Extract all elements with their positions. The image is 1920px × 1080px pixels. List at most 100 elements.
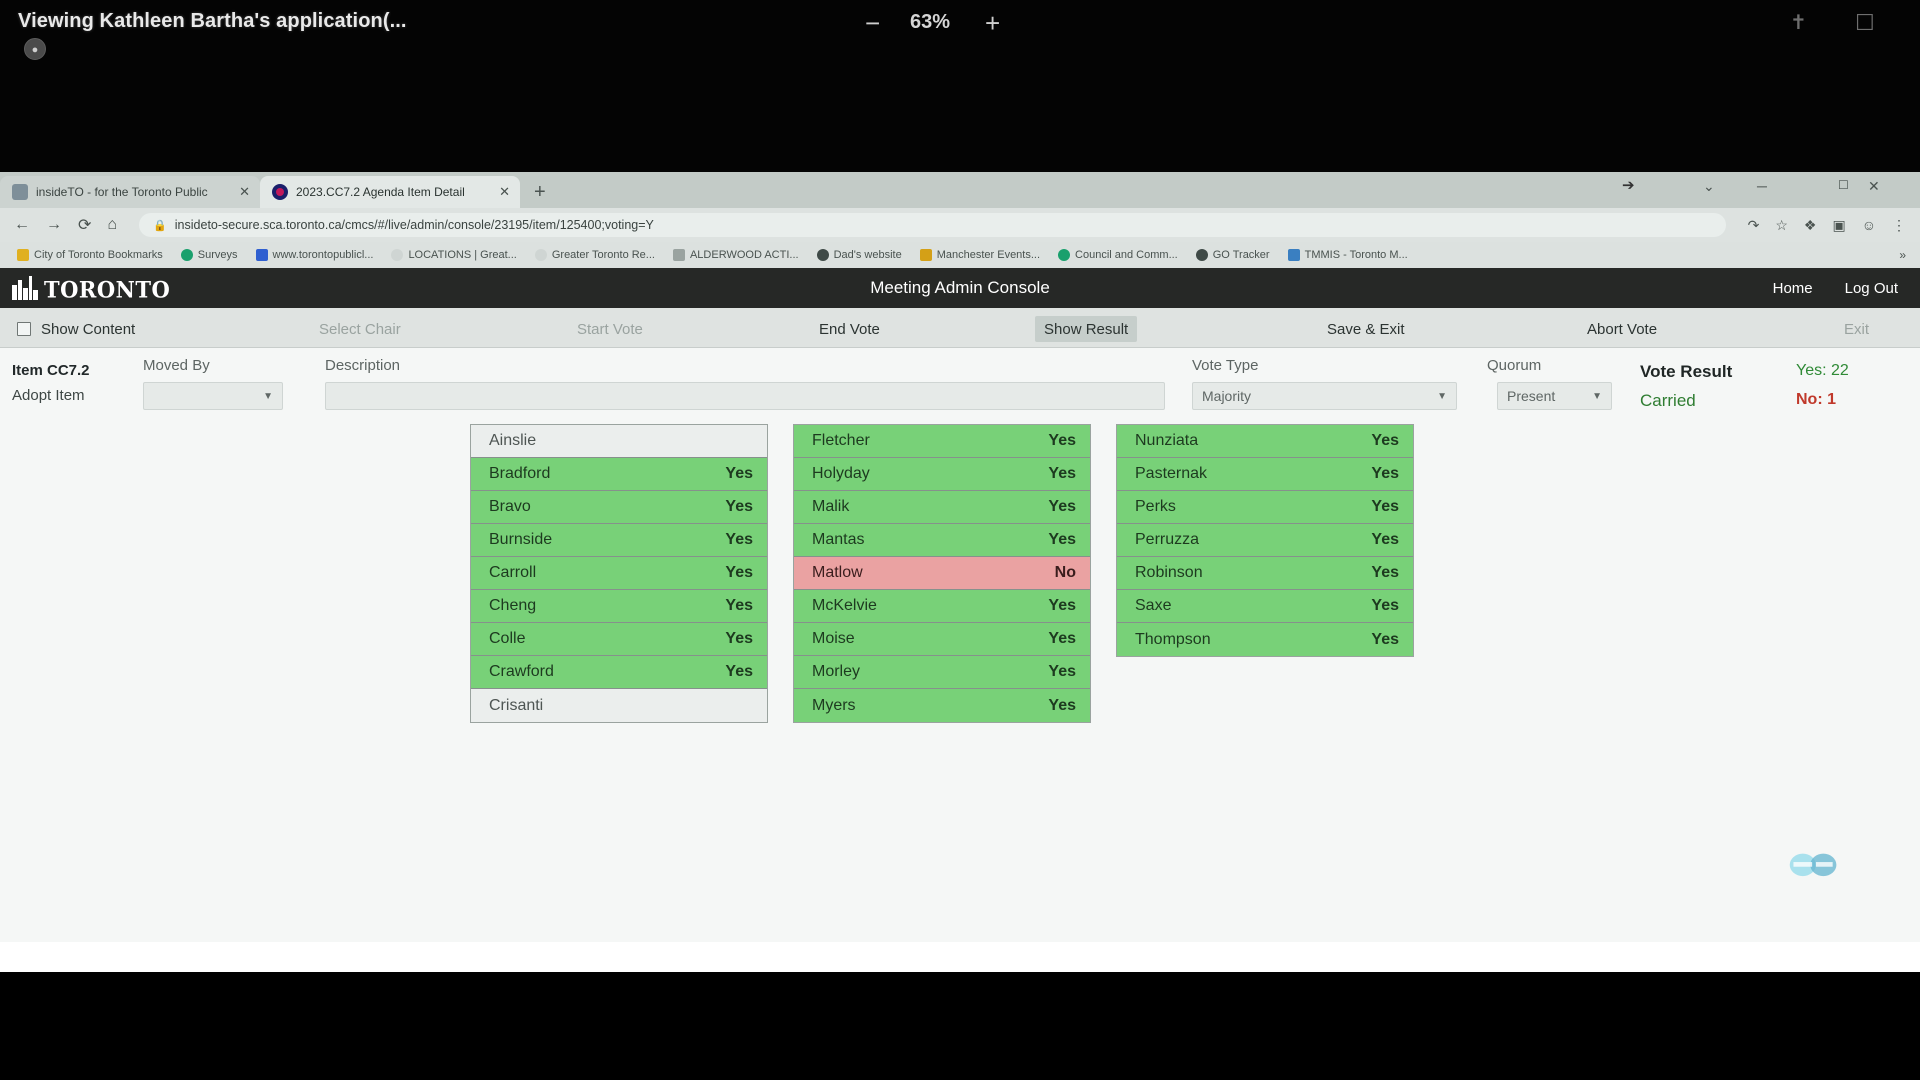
star-icon[interactable]: ☆ xyxy=(1775,217,1788,234)
bookmark-item[interactable]: Council and Comm... xyxy=(1051,249,1185,261)
bookmark-label: Dad's website xyxy=(833,249,902,261)
zoom-out-button[interactable]: − xyxy=(865,8,880,39)
vote-row[interactable]: Malik Yes xyxy=(794,491,1090,524)
browser-tab-2[interactable]: 2023.CC7.2 Agenda Item Detail ✕ xyxy=(260,176,520,208)
home-link[interactable]: Home xyxy=(1773,280,1813,297)
councillor-name: Robinson xyxy=(1135,564,1203,581)
vote-row[interactable]: Myers Yes xyxy=(794,689,1090,722)
home-icon[interactable]: ⌂ xyxy=(107,216,117,234)
vote-row[interactable]: Pasternak Yes xyxy=(1117,458,1413,491)
window-icon[interactable]: ▣ xyxy=(1832,217,1845,234)
description-input[interactable] xyxy=(325,382,1165,410)
logout-link[interactable]: Log Out xyxy=(1845,280,1898,297)
signature-icon[interactable]: ✝ xyxy=(1790,10,1807,35)
moved-by-select[interactable]: ▼ xyxy=(143,382,283,410)
bookmark-item[interactable]: GO Tracker xyxy=(1189,249,1277,261)
close-window-button[interactable]: ✕ xyxy=(1868,178,1880,195)
councillor-name: Fletcher xyxy=(812,432,870,449)
vote-row[interactable]: McKelvie Yes xyxy=(794,590,1090,623)
vote-row[interactable]: Perruzza Yes xyxy=(1117,524,1413,557)
vote-value: Yes xyxy=(725,498,753,515)
councillor-name: Myers xyxy=(812,696,856,714)
reload-icon[interactable]: ⟳ xyxy=(78,215,91,235)
vote-value: Yes xyxy=(1048,663,1076,680)
vote-row[interactable]: Nunziata Yes xyxy=(1117,425,1413,458)
bookmark-item[interactable]: LOCATIONS | Great... xyxy=(384,249,523,261)
bookmark-item[interactable]: www.torontopublicl... xyxy=(249,249,381,261)
bookmark-item[interactable]: Greater Toronto Re... xyxy=(528,249,662,261)
vote-row[interactable]: Perks Yes xyxy=(1117,491,1413,524)
end-vote-button[interactable]: End Vote xyxy=(810,316,889,342)
new-tab-button[interactable]: + xyxy=(534,182,546,202)
address-bar[interactable]: 🔒 insideto-secure.sca.toronto.ca/cmcs/#/… xyxy=(139,213,1726,237)
vote-column-1: Ainslie Bradford Yes Bravo Yes Burnside Yes Car… xyxy=(470,424,768,723)
vote-value: Yes xyxy=(1048,465,1076,482)
show-content-button[interactable]: Show Content xyxy=(8,316,144,342)
vote-row[interactable]: Moise Yes xyxy=(794,623,1090,656)
select-chair-button[interactable]: Select Chair xyxy=(310,316,410,342)
bookmark-item[interactable]: Manchester Events... xyxy=(913,249,1047,261)
vote-column-2: Fletcher Yes Holyday Yes Malik Yes Mantas Yes Ma… xyxy=(793,424,1091,723)
exit-button[interactable]: Exit xyxy=(1835,316,1878,342)
vote-type-select[interactable]: Majority ▼ xyxy=(1192,382,1457,410)
councillor-name: Nunziata xyxy=(1135,432,1199,449)
councillor-name: Matlow xyxy=(812,564,863,581)
vote-row[interactable]: Mantas Yes xyxy=(794,524,1090,557)
bookmarks-overflow-button[interactable]: » xyxy=(1899,248,1906,262)
bookmark-label: Greater Toronto Re... xyxy=(551,249,655,261)
zoom-in-button[interactable]: + xyxy=(985,8,1000,39)
app-header: TORONTO Meeting Admin Console Home Log O… xyxy=(0,268,1920,308)
present-screen-icon[interactable]: ☐ xyxy=(1855,10,1875,36)
item-number: Item CC7.2 xyxy=(12,362,90,379)
yes-count-badge: Yes: 22 xyxy=(1796,362,1849,379)
quorum-value: Present xyxy=(1507,388,1556,404)
abort-vote-button[interactable]: Abort Vote xyxy=(1578,316,1666,342)
vote-row[interactable]: Saxe Yes xyxy=(1117,590,1413,623)
extension-icon[interactable]: ❖ xyxy=(1804,217,1817,234)
vote-row[interactable]: Ainslie xyxy=(471,425,767,458)
vote-value: Yes xyxy=(725,531,753,548)
chevron-down-icon[interactable]: ⌄ xyxy=(1703,178,1715,195)
share-icon[interactable]: ↷ xyxy=(1748,217,1760,234)
quorum-select[interactable]: Present ▼ xyxy=(1497,382,1612,410)
vote-row[interactable]: Matlow No xyxy=(794,557,1090,590)
show-result-button[interactable]: Show Result xyxy=(1035,316,1138,342)
bookmark-favicon-icon xyxy=(1287,249,1300,261)
vote-row[interactable]: Colle Yes xyxy=(471,623,767,656)
close-icon[interactable]: ✕ xyxy=(499,184,510,200)
vote-row[interactable]: Carroll Yes xyxy=(471,557,767,590)
address-bar-url: insideto-secure.sca.toronto.ca/cmcs/#/li… xyxy=(174,218,654,232)
vote-row[interactable]: Morley Yes xyxy=(794,656,1090,689)
vote-row[interactable]: Robinson Yes xyxy=(1117,557,1413,590)
start-vote-button[interactable]: Start Vote xyxy=(568,316,652,342)
vote-row[interactable]: Bradford Yes xyxy=(471,458,767,491)
vote-row[interactable]: Crisanti xyxy=(471,689,767,722)
profile-icon[interactable]: ☺ xyxy=(1862,217,1876,233)
bookmark-item[interactable]: TMMIS - Toronto M... xyxy=(1281,249,1415,261)
show-content-checkbox[interactable] xyxy=(17,322,31,336)
vote-row[interactable]: Bravo Yes xyxy=(471,491,767,524)
vote-row[interactable]: Fletcher Yes xyxy=(794,425,1090,458)
vote-row[interactable]: Thompson Yes xyxy=(1117,623,1413,656)
forward-icon[interactable]: → xyxy=(46,216,62,234)
bookmark-item[interactable]: Dad's website xyxy=(810,249,909,261)
vote-row[interactable]: Crawford Yes xyxy=(471,656,767,689)
browser-tab-1[interactable]: insideTO - for the Toronto Public ✕ xyxy=(0,176,260,208)
save-and-exit-button[interactable]: Save & Exit xyxy=(1318,316,1414,342)
bookmark-favicon-icon xyxy=(255,249,268,261)
bookmark-favicon-icon xyxy=(17,249,29,261)
bookmark-item[interactable]: ALDERWOOD ACTI... xyxy=(666,249,806,261)
vote-row[interactable]: Cheng Yes xyxy=(471,590,767,623)
menu-icon[interactable]: ⋮ xyxy=(1892,217,1906,234)
vote-result-value: Carried xyxy=(1640,391,1696,410)
close-icon[interactable]: ✕ xyxy=(239,184,250,200)
chevron-down-icon: ▼ xyxy=(1592,390,1602,402)
vote-row[interactable]: Holyday Yes xyxy=(794,458,1090,491)
bookmark-item[interactable]: Surveys xyxy=(174,249,245,261)
bookmark-label: City of Toronto Bookmarks xyxy=(34,249,163,261)
back-icon[interactable]: ← xyxy=(14,216,30,234)
bookmark-item[interactable]: City of Toronto Bookmarks xyxy=(10,249,170,261)
maximize-button[interactable]: ☐ xyxy=(1838,178,1849,192)
vote-row[interactable]: Burnside Yes xyxy=(471,524,767,557)
minimize-button[interactable]: ─ xyxy=(1757,178,1767,194)
